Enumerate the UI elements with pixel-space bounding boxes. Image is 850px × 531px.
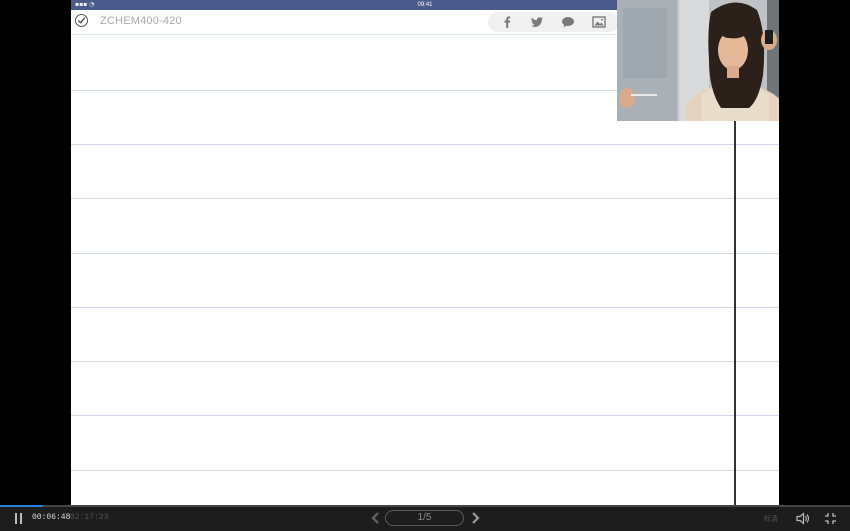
chevron-right-icon[interactable] (470, 511, 482, 525)
twitter-icon[interactable] (530, 15, 544, 29)
margin-line (734, 121, 736, 505)
presenter-webcam-image (617, 0, 779, 121)
image-icon[interactable] (592, 15, 606, 29)
current-time: 00:06:48 (32, 513, 71, 522)
rule-line (71, 253, 779, 254)
presenter-webcam (617, 0, 779, 121)
quality-label[interactable]: 标清 (764, 514, 778, 524)
share-toolbar (488, 12, 619, 32)
progress-fill (0, 505, 43, 507)
progress-track[interactable] (0, 505, 850, 507)
rule-line (71, 144, 779, 145)
video-frame: ▪▪▪ ◔ 09:41 ZCHEM400-420 (0, 0, 850, 505)
total-time: 02:17:23 (70, 513, 109, 522)
page-indicator: 1/5 (385, 510, 464, 526)
rule-line (71, 470, 779, 471)
player-controls: 00:06:48 02:17:23 1/5 标清 (0, 505, 850, 531)
check-circle-icon[interactable] (75, 14, 88, 27)
pause-icon[interactable] (14, 513, 24, 524)
exit-fullscreen-icon[interactable] (824, 512, 837, 525)
document-title: ZCHEM400-420 (100, 15, 182, 27)
rule-line (71, 415, 779, 416)
comment-icon[interactable] (561, 15, 575, 29)
rule-line (71, 307, 779, 308)
volume-icon[interactable] (796, 512, 810, 525)
chevron-left-icon[interactable] (369, 511, 381, 525)
facebook-icon[interactable] (500, 15, 514, 29)
rule-line (71, 361, 779, 362)
rule-line (71, 198, 779, 199)
